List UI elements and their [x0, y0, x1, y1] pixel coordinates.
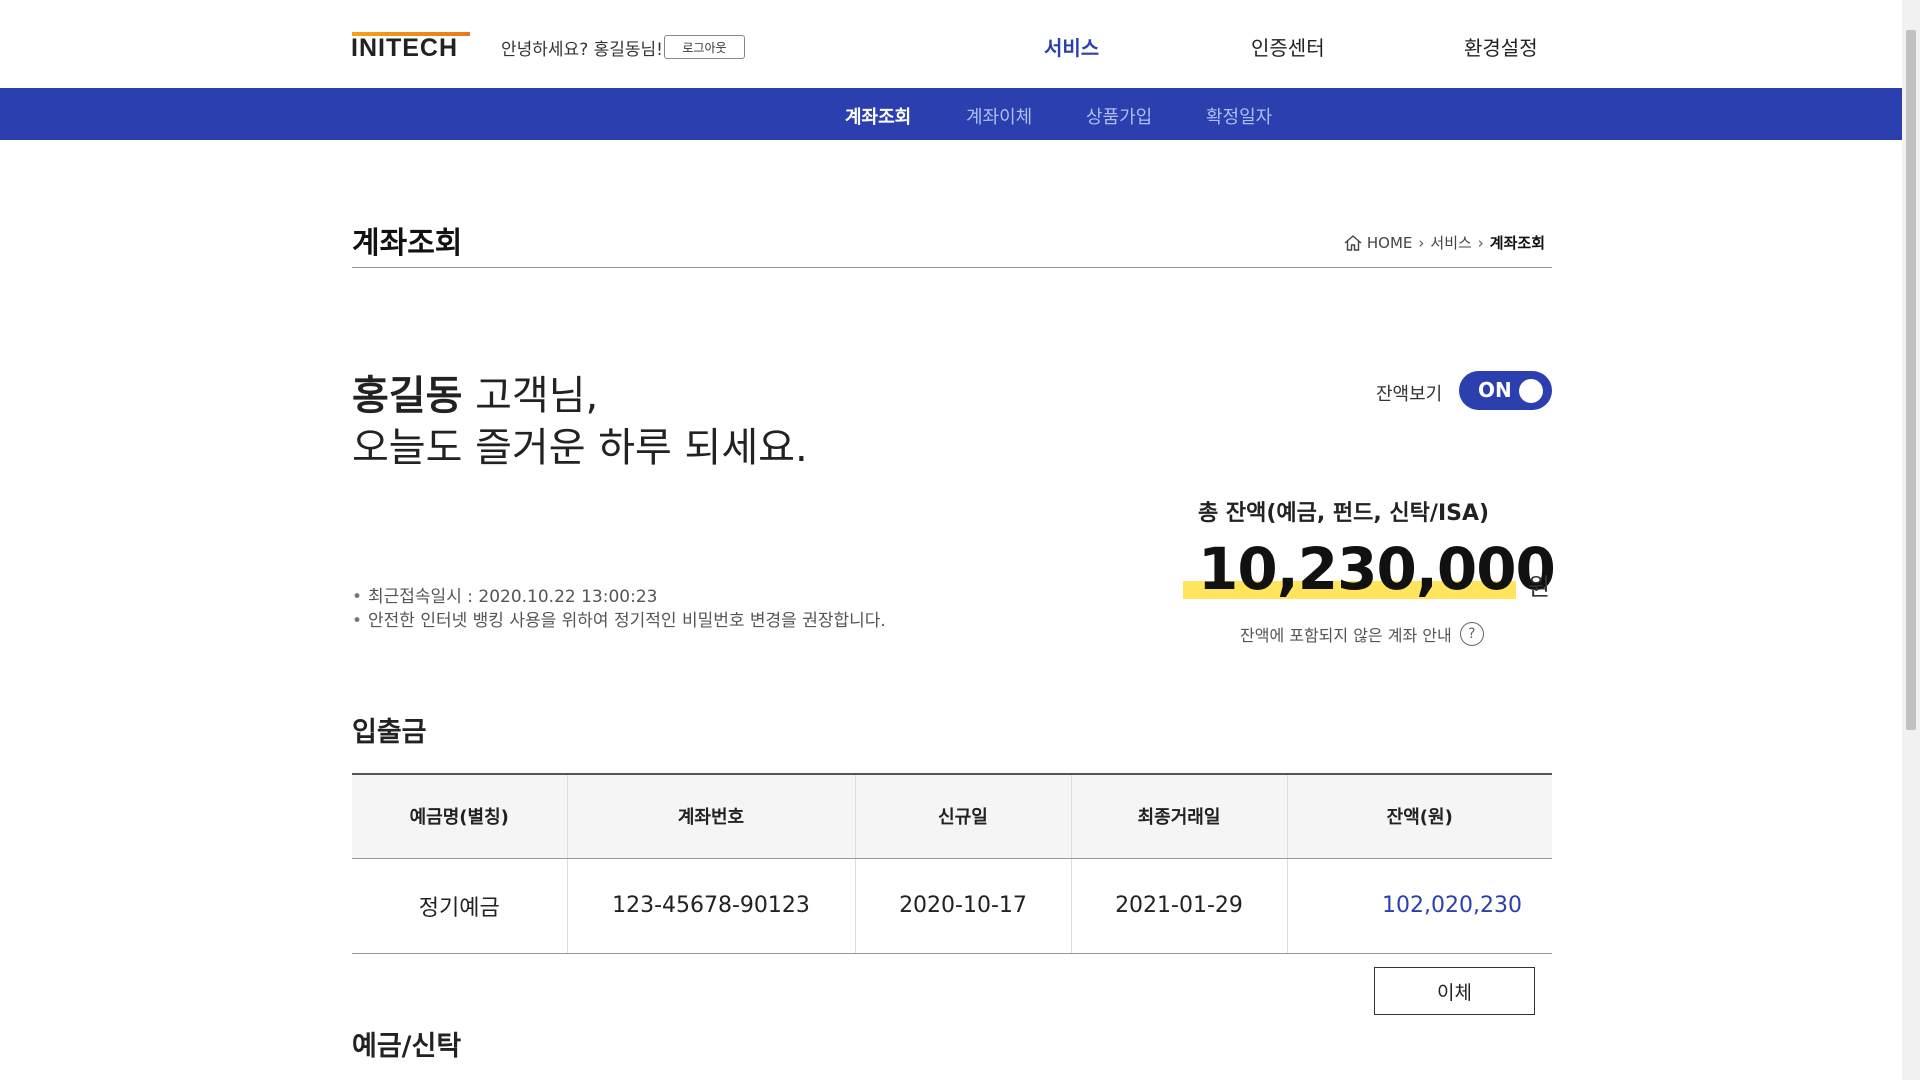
- greeting-text: 안녕하세요? 홍길동님!: [501, 40, 664, 60]
- customer-honorific: 고객님,: [462, 373, 599, 419]
- subnav-product-join[interactable]: 상품가입: [1086, 103, 1152, 129]
- subnav-transfer[interactable]: 계좌이체: [966, 103, 1032, 129]
- opened-date-cell: 2020-10-17: [855, 858, 1072, 954]
- page-title: 계좌조회: [352, 226, 463, 261]
- chevron-right-icon: ›: [1477, 233, 1484, 252]
- last-login-note: 최근접속일시 : 2020.10.22 13:00:23: [352, 585, 886, 609]
- home-icon[interactable]: [1343, 233, 1363, 253]
- col-account-name: 예금명(별칭): [352, 774, 568, 859]
- scrollbar-thumb[interactable]: [1906, 30, 1916, 730]
- menu-settings[interactable]: 환경설정: [1464, 32, 1538, 61]
- info-notes: 최근접속일시 : 2020.10.22 13:00:23 안전한 인터넷 뱅킹 …: [352, 585, 886, 633]
- breadcrumb: HOME › 서비스 › 계좌조회: [1343, 232, 1545, 253]
- toggle-knob: [1519, 379, 1543, 403]
- table-header-row: 예금명(별칭) 계좌번호 신규일 최종거래일 잔액(원): [352, 774, 1552, 859]
- col-account-number: 계좌번호: [567, 774, 856, 859]
- deposit-account-table: 예금명(별칭) 계좌번호 신규일 최종거래일 잔액(원) 정기예금 123-45…: [352, 773, 1552, 954]
- menu-cert-center[interactable]: 인증센터: [1251, 32, 1325, 61]
- total-balance-amount: 10,230,000: [1198, 535, 1556, 603]
- sub-navigation: 계좌조회 계좌이체 상품가입 확정일자: [0, 88, 1902, 140]
- col-opened-date: 신규일: [855, 774, 1072, 859]
- customer-name: 홍길동: [352, 373, 463, 419]
- top-header: INITECH 안녕하세요? 홍길동님! 로그아웃 서비스 인증센터 환경설정: [0, 0, 1902, 88]
- transfer-button[interactable]: 이체: [1374, 967, 1535, 1015]
- excluded-accounts-info[interactable]: 잔액에 포함되지 않은 계좌 안내 ?: [1240, 622, 1484, 646]
- password-advice-note: 안전한 인터넷 뱅킹 사용을 위하여 정기적인 비밀번호 변경을 권장합니다.: [352, 609, 886, 633]
- logout-button[interactable]: 로그아웃: [664, 35, 745, 59]
- col-last-transaction: 최종거래일: [1071, 774, 1288, 859]
- account-name-cell: 정기예금: [352, 858, 568, 954]
- excluded-accounts-label: 잔액에 포함되지 않은 계좌 안내: [1240, 626, 1452, 645]
- welcome-line2: 오늘도 즐거운 하루 되세요.: [352, 425, 808, 471]
- menu-service[interactable]: 서비스: [1044, 32, 1099, 61]
- breadcrumb-current: 계좌조회: [1489, 234, 1545, 252]
- account-number-cell: 123-45678-90123: [567, 858, 856, 954]
- welcome-message: 홍길동 고객님, 오늘도 즐거운 하루 되세요.: [352, 370, 808, 474]
- balance-toggle-label: 잔액보기: [1376, 384, 1443, 405]
- question-icon[interactable]: ?: [1459, 622, 1484, 646]
- trust-section-title: 예금/신탁: [352, 1031, 462, 1062]
- subnav-fixed-date[interactable]: 확정일자: [1206, 103, 1272, 129]
- total-balance-label: 총 잔액(예금, 펀드, 신탁/ISA): [1198, 501, 1490, 526]
- table-row: 정기예금 123-45678-90123 2020-10-17 2021-01-…: [352, 858, 1552, 954]
- logo[interactable]: INITECH: [351, 34, 458, 63]
- currency-unit: 원: [1528, 573, 1551, 601]
- breadcrumb-service[interactable]: 서비스: [1430, 232, 1471, 253]
- subnav-account-inquiry[interactable]: 계좌조회: [845, 103, 911, 129]
- breadcrumb-home[interactable]: HOME: [1367, 234, 1413, 252]
- last-transaction-cell: 2021-01-29: [1071, 858, 1288, 954]
- chevron-right-icon: ›: [1418, 233, 1425, 252]
- balance-cell[interactable]: 102,020,230: [1287, 858, 1552, 954]
- vertical-scrollbar[interactable]: [1902, 0, 1920, 1080]
- toggle-state-text: ON: [1478, 378, 1512, 402]
- col-balance: 잔액(원): [1287, 774, 1552, 859]
- title-divider: [352, 267, 1552, 268]
- deposit-section-title: 입출금: [352, 717, 427, 748]
- balance-toggle[interactable]: ON: [1459, 371, 1552, 410]
